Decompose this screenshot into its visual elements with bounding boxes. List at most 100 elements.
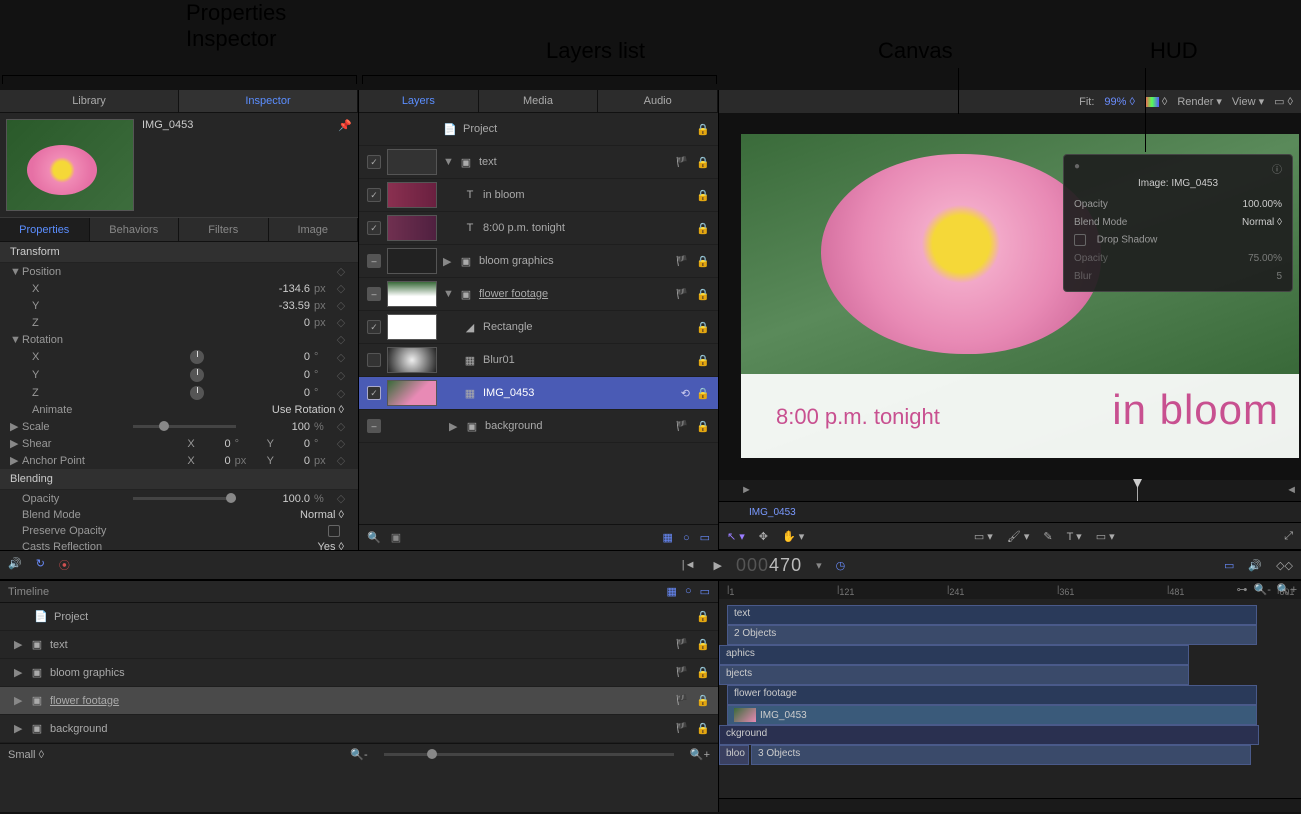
timeline-view-icon[interactable]: ▭: [1224, 559, 1234, 572]
track-flower[interactable]: flower footage: [727, 685, 1257, 705]
timeline-ruler[interactable]: |1 |121 |241 |361 |481 |601: [719, 581, 1301, 599]
visibility-checkbox[interactable]: [367, 320, 381, 334]
layer-background[interactable]: background: [485, 420, 670, 432]
opacity-slider[interactable]: [133, 497, 236, 500]
subtab-properties[interactable]: Properties: [0, 218, 90, 241]
layer-project[interactable]: Project: [463, 123, 690, 135]
track-graphics-objects[interactable]: bjects: [719, 665, 1189, 685]
disclosure-icon[interactable]: ▶: [14, 694, 24, 707]
pen-tool-icon[interactable]: ✎: [1043, 530, 1052, 543]
layer-flags-icon[interactable]: 🏴: [676, 667, 690, 678]
visibility-checkbox[interactable]: [367, 353, 381, 367]
zoom-out-icon[interactable]: 🔍-: [350, 748, 367, 761]
keyframe-view-icon[interactable]: ◇◇: [1276, 559, 1293, 572]
disclosure-icon[interactable]: ▼: [10, 334, 22, 346]
anchor-x-value[interactable]: 0: [195, 455, 235, 467]
pan-tool-icon[interactable]: ✋ ▾: [782, 530, 804, 543]
track-text[interactable]: text: [727, 605, 1257, 625]
display-icon[interactable]: ▭ ◊: [1274, 95, 1293, 108]
keyframe-icon[interactable]: ◇: [334, 420, 348, 433]
layer-blur[interactable]: Blur01: [483, 354, 690, 366]
tab-audio[interactable]: Audio: [598, 90, 718, 112]
visibility-checkbox[interactable]: [367, 287, 381, 301]
rot-y-value[interactable]: 0: [244, 369, 314, 381]
disclosure-icon[interactable]: ▶: [10, 454, 22, 467]
animate-value[interactable]: Use Rotation ◊: [248, 404, 348, 416]
visibility-checkbox[interactable]: [367, 155, 381, 169]
lock-icon[interactable]: 🔒: [696, 288, 710, 301]
lock-icon[interactable]: 🔒: [696, 156, 710, 169]
pos-x-value[interactable]: -134.6: [244, 283, 314, 295]
subtab-behaviors[interactable]: Behaviors: [90, 218, 180, 241]
gear-icon[interactable]: ○: [683, 532, 690, 544]
track-bg-objects[interactable]: 3 Objects: [751, 745, 1251, 765]
snap-icon[interactable]: ⊶: [1237, 583, 1248, 596]
shear-x-value[interactable]: 0: [195, 438, 235, 450]
tab-library[interactable]: Library: [0, 90, 179, 112]
visibility-checkbox[interactable]: [367, 419, 381, 433]
clock-icon[interactable]: ◷: [836, 559, 846, 572]
keyframe-icon[interactable]: ◇: [334, 333, 348, 346]
hud-opacity-value[interactable]: 100.00%: [1243, 199, 1282, 210]
layer-bloom-graphics[interactable]: bloom graphics: [479, 255, 670, 267]
canvas-viewport[interactable]: 8:00 p.m. tonight in bloom ●ⓘ Image: IMG…: [719, 114, 1301, 480]
keyframe-icon[interactable]: ◇: [334, 265, 348, 278]
scale-slider[interactable]: [133, 425, 236, 428]
layer-flags-icon[interactable]: 🏴: [676, 639, 690, 650]
dial-icon[interactable]: [190, 368, 204, 382]
disclosure-icon[interactable]: ▼: [10, 266, 22, 278]
keyframe-icon[interactable]: ◇: [334, 316, 348, 329]
layer-rectangle[interactable]: Rectangle: [483, 321, 690, 333]
mask-tool-icon[interactable]: ▭ ▾: [1096, 530, 1115, 543]
color-channels-icon[interactable]: ◊: [1145, 96, 1167, 108]
scale-value[interactable]: 100: [244, 421, 314, 433]
rect-tool-icon[interactable]: ▭ ▾: [974, 530, 993, 543]
disclosure-icon[interactable]: ▼: [443, 156, 453, 168]
hud-info-icon[interactable]: ⓘ: [1272, 161, 1282, 176]
disclosure-icon[interactable]: ▶: [10, 420, 22, 433]
lock-icon[interactable]: 🔒: [696, 189, 710, 202]
lock-icon[interactable]: 🔒: [696, 638, 710, 651]
keyframe-icon[interactable]: ◇: [334, 454, 348, 467]
track-text-objects[interactable]: 2 Objects: [727, 625, 1257, 645]
zoom-in-icon[interactable]: 🔍+: [1277, 583, 1297, 596]
lock-icon[interactable]: 🔒: [696, 321, 710, 334]
lock-icon[interactable]: 🔒: [696, 420, 710, 433]
lock-icon[interactable]: 🔒: [696, 123, 710, 136]
rot-z-value[interactable]: 0: [244, 387, 314, 399]
lock-icon[interactable]: 🔒: [696, 610, 710, 623]
layer-text[interactable]: text: [479, 156, 670, 168]
shear-y-value[interactable]: 0: [274, 438, 314, 450]
track-bloo[interactable]: bloo: [719, 745, 749, 765]
zoom-in-icon[interactable]: 🔍+: [690, 748, 710, 761]
record-icon[interactable]: ⦿: [59, 557, 70, 573]
loop-icon[interactable]: ↻: [36, 557, 45, 573]
tl-text[interactable]: text: [50, 639, 670, 651]
play-icon[interactable]: ▶: [714, 559, 722, 572]
timecode-menu-icon[interactable]: ▾: [816, 559, 822, 572]
audio-toggle-icon[interactable]: 🔊: [8, 557, 22, 573]
track-graphics[interactable]: aphics: [719, 645, 1189, 665]
opacity-value[interactable]: 100.0: [244, 493, 314, 505]
mini-timeline[interactable]: ◄ ►: [719, 480, 1301, 502]
lock-icon[interactable]: 🔒: [696, 722, 710, 735]
transform-tool-icon[interactable]: ✥: [759, 530, 768, 543]
layer-img0453[interactable]: IMG_0453: [483, 387, 675, 399]
in-marker-icon[interactable]: ►: [741, 484, 752, 496]
mask-icon[interactable]: ▦: [663, 531, 673, 544]
disclosure-icon[interactable]: ▶: [443, 255, 453, 268]
render-menu[interactable]: Render ▾: [1177, 95, 1222, 108]
paint-tool-icon[interactable]: 🖌 ▾: [1007, 530, 1030, 543]
audio-view-icon[interactable]: 🔊: [1248, 559, 1262, 572]
visibility-checkbox[interactable]: [367, 254, 381, 268]
playhead-icon[interactable]: [1137, 480, 1138, 501]
view-menu[interactable]: View ▾: [1232, 95, 1264, 108]
preserve-checkbox[interactable]: [328, 525, 340, 537]
select-tool-icon[interactable]: ↖ ▾: [727, 530, 745, 543]
timeline-size[interactable]: Small ◊: [8, 749, 44, 761]
anchor-y-value[interactable]: 0: [274, 455, 314, 467]
layer-8pm[interactable]: 8:00 p.m. tonight: [483, 222, 690, 234]
fit-value[interactable]: 99% ◊: [1104, 96, 1134, 108]
stack-icon[interactable]: ▣: [391, 531, 401, 544]
expand-icon[interactable]: ⤢: [1284, 530, 1293, 543]
